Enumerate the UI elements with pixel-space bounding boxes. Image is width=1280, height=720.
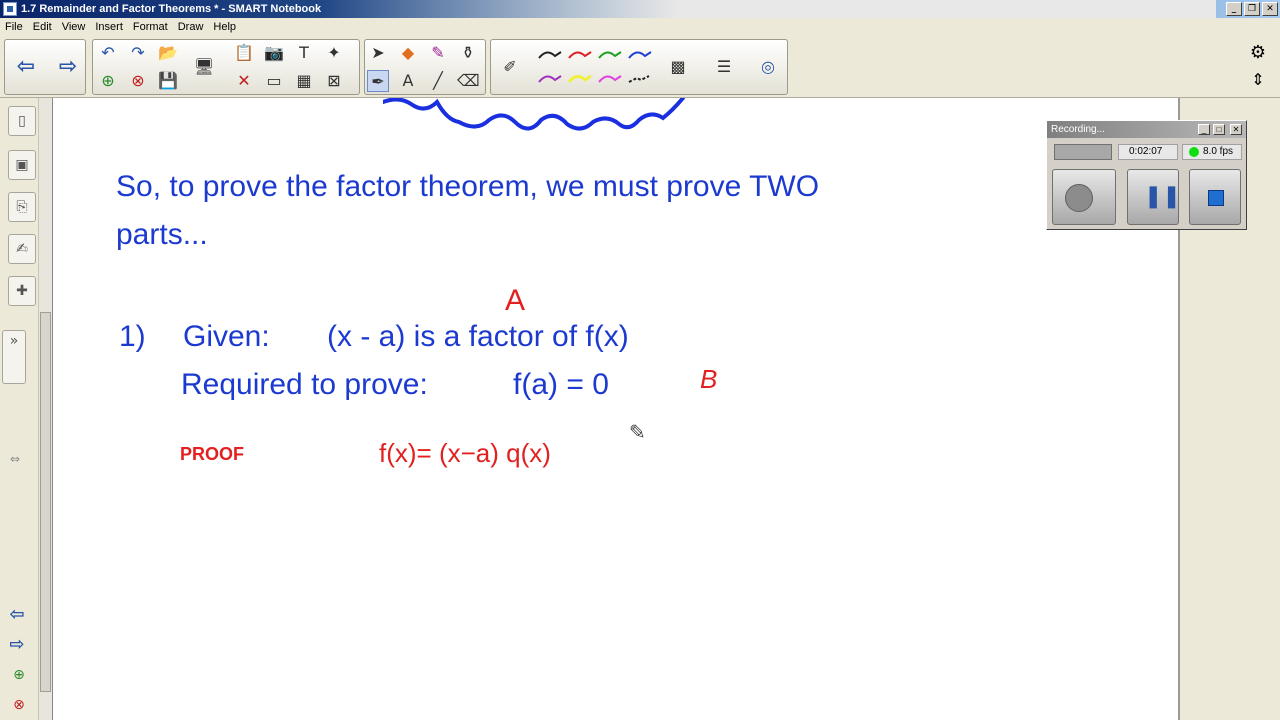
magic-icon[interactable]: ✦ [323, 42, 345, 64]
previous-page-icon[interactable]: ⇦ [6, 604, 28, 626]
stop-icon [1208, 190, 1224, 206]
pen-style-icon[interactable]: ✐ [499, 56, 521, 78]
pen-styles-group: ✐ ▩ ☰ ◎ [490, 39, 788, 95]
recorder-minimize-button[interactable]: _ [1198, 124, 1210, 135]
next-page-icon[interactable]: ⇨ [6, 634, 28, 656]
required-label: Required to prove: [181, 368, 428, 401]
delete-page-side-icon[interactable]: ⊗ [8, 694, 30, 716]
line-2: parts... [116, 218, 208, 251]
app-icon [3, 2, 17, 16]
select-arrow-icon[interactable]: ➤ [367, 42, 389, 64]
pen-swatches-icon[interactable] [535, 46, 655, 90]
delete-icon[interactable]: ✕ [233, 70, 255, 92]
recorder-maximize-button[interactable]: □ [1213, 124, 1225, 135]
display-icon[interactable]: 🖥 [193, 56, 215, 78]
menu-format[interactable]: Format [128, 21, 173, 33]
sidebar: ▯ ▣ ⎘ ✍ ✚ » ⇔ ⇦ ⇨ ⊕ ⊗ [0, 98, 40, 720]
transparency-icon[interactable]: ◎ [757, 56, 779, 78]
back-arrow-icon[interactable]: ⇦ [15, 56, 37, 78]
toolbar-position-icon[interactable]: ⇕ [1246, 70, 1270, 92]
fill-icon[interactable]: ⚱ [457, 42, 479, 64]
attachments-icon[interactable]: ⎘ [8, 192, 36, 222]
title-bar: 1.7 Remainder and Factor Theorems * - SM… [0, 0, 1280, 18]
edit-group: ↶ ↷ 📂 ⊕ ⊗ 💾 🖥 📋 📷 T ✦ ✕ ▭ ▦ ⊠ [92, 39, 360, 95]
undo-icon[interactable]: ↶ [97, 42, 119, 64]
page-sorter-icon[interactable]: ▯ [8, 106, 36, 136]
recorder-title: Recording... [1051, 124, 1105, 135]
add-page-side-icon[interactable]: ⊕ [8, 664, 30, 686]
pens-icon[interactable]: ✒ [367, 70, 389, 92]
open-folder-icon[interactable]: 📂 [157, 42, 179, 64]
given-text: (x - a) is a factor of f(x) [327, 320, 629, 353]
recorder-title-bar: Recording... _ □ ✕ [1047, 121, 1246, 138]
recorder-fps-text: 8.0 fps [1203, 146, 1234, 157]
pause-icon: ❚❚ [1144, 184, 1181, 209]
recorder-window[interactable]: Recording... _ □ ✕ 0:02:07 8.0 fps ❚❚ [1046, 120, 1247, 230]
color-palette-icon[interactable]: ▩ [667, 56, 689, 78]
recorder-fps: 8.0 fps [1182, 144, 1242, 160]
table-icon[interactable]: ▦ [293, 70, 315, 92]
pen-cursor-icon: ✎ [629, 420, 646, 444]
addons-icon[interactable]: ✚ [8, 276, 36, 306]
gallery-icon[interactable]: ▣ [8, 150, 36, 180]
recording-indicator-icon [1189, 147, 1199, 157]
screen-capture-icon[interactable]: 📷 [263, 42, 285, 64]
pause-button[interactable]: ❚❚ [1127, 169, 1181, 225]
type-icon[interactable]: T [293, 42, 315, 64]
toolbar: ⇦ ⇨ ↶ ↷ 📂 ⊕ ⊗ 💾 🖥 📋 📷 T ✦ ✕ ▭ ▦ ⊠ ➤ ◆ ✎ … [0, 36, 1280, 98]
line-1: So, to prove the factor theorem, we must… [116, 170, 820, 203]
restore-button[interactable]: ❐ [1244, 2, 1260, 16]
text-tool-icon[interactable]: A [397, 70, 419, 92]
redo-icon[interactable]: ↷ [127, 42, 149, 64]
title-bar-fade [320, 0, 1216, 18]
menu-bar: File Edit View Insert Format Draw Help [0, 18, 1280, 36]
properties-icon[interactable]: ✍ [8, 234, 36, 264]
ink-label-a: A [505, 284, 526, 317]
record-icon [1065, 184, 1093, 212]
forward-arrow-icon[interactable]: ⇨ [57, 56, 79, 78]
menu-file[interactable]: File [0, 21, 28, 33]
nav-group: ⇦ ⇨ [4, 39, 86, 95]
tools-group: ➤ ◆ ✎ ⚱ ✒ A ╱ ⌫ [364, 39, 486, 95]
record-button[interactable] [1052, 169, 1116, 225]
canvas-scrollbar[interactable] [38, 98, 52, 720]
window-title: 1.7 Remainder and Factor Theorems * - SM… [21, 3, 322, 15]
fullscreen-icon[interactable]: ⊠ [323, 70, 345, 92]
add-page-icon[interactable]: ⊕ [97, 70, 119, 92]
ink-label-b: B [700, 364, 718, 394]
menu-view[interactable]: View [57, 21, 91, 33]
cloud-drawing [383, 98, 685, 131]
resize-handle-icon[interactable]: ⇔ [4, 448, 26, 470]
save-icon[interactable]: 💾 [157, 70, 179, 92]
auto-hide-icon[interactable]: » [2, 330, 26, 384]
ink-proof: PROOF [180, 444, 245, 464]
required-text: f(a) = 0 [513, 368, 609, 401]
delete-page-icon[interactable]: ⊗ [127, 70, 149, 92]
item-number: 1) [119, 320, 146, 353]
line-icon[interactable]: ╱ [427, 70, 449, 92]
ink-equation: f(x)= (x−a) q(x) [379, 438, 551, 468]
gear-icon[interactable]: ⚙ [1246, 42, 1270, 66]
menu-edit[interactable]: Edit [28, 21, 57, 33]
whiteboard-canvas[interactable]: So, to prove the factor theorem, we must… [52, 98, 1178, 720]
menu-draw[interactable]: Draw [173, 21, 209, 33]
recorder-close-button[interactable]: ✕ [1230, 124, 1242, 135]
menu-insert[interactable]: Insert [90, 21, 128, 33]
screen-shade-icon[interactable]: ▭ [263, 70, 285, 92]
shapes-icon[interactable]: ◆ [397, 42, 419, 64]
stop-button[interactable] [1189, 169, 1241, 225]
scrollbar-thumb[interactable] [40, 312, 51, 692]
paste-icon[interactable]: 📋 [233, 42, 255, 64]
eraser-icon[interactable]: ⌫ [457, 70, 480, 92]
menu-help[interactable]: Help [208, 21, 241, 33]
given-label: Given: [183, 320, 270, 353]
recorder-mode-select[interactable] [1054, 144, 1112, 160]
line-width-icon[interactable]: ☰ [713, 56, 735, 78]
minimize-button[interactable]: _ [1226, 2, 1242, 16]
close-button[interactable]: ✕ [1262, 2, 1278, 16]
creative-pen-icon[interactable]: ✎ [427, 42, 449, 64]
recorder-time: 0:02:07 [1118, 144, 1178, 160]
